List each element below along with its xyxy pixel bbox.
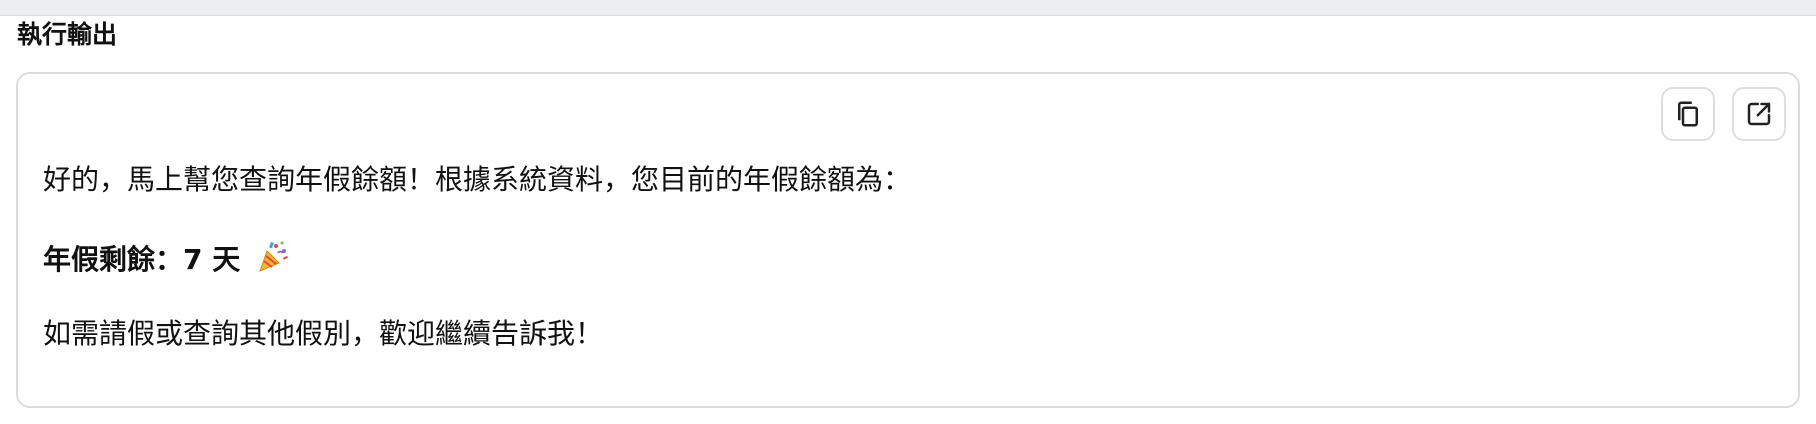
open-external-icon bbox=[1747, 102, 1771, 126]
section-title: 執行輸出 bbox=[17, 20, 118, 49]
balance-text: 年假剩餘：7 天 bbox=[43, 243, 241, 276]
party-popper-icon bbox=[259, 241, 288, 272]
output-line-intro: 好的，馬上幫您查詢年假餘額！根據系統資料，您目前的年假餘額為： bbox=[43, 163, 912, 196]
copy-button[interactable] bbox=[1661, 87, 1715, 141]
copy-icon bbox=[1678, 101, 1698, 127]
output-line-balance: 年假剩餘：7 天 bbox=[43, 239, 290, 278]
output-card: 好的，馬上幫您查詢年假餘額！根據系統資料，您目前的年假餘額為： 年假剩餘：7 天… bbox=[16, 72, 1800, 408]
output-actions bbox=[1661, 87, 1786, 141]
output-line-followup: 如需請假或查詢其他假別，歡迎繼續告訴我！ bbox=[43, 317, 604, 350]
open-external-button[interactable] bbox=[1732, 87, 1786, 141]
top-divider-strip bbox=[0, 0, 1816, 16]
